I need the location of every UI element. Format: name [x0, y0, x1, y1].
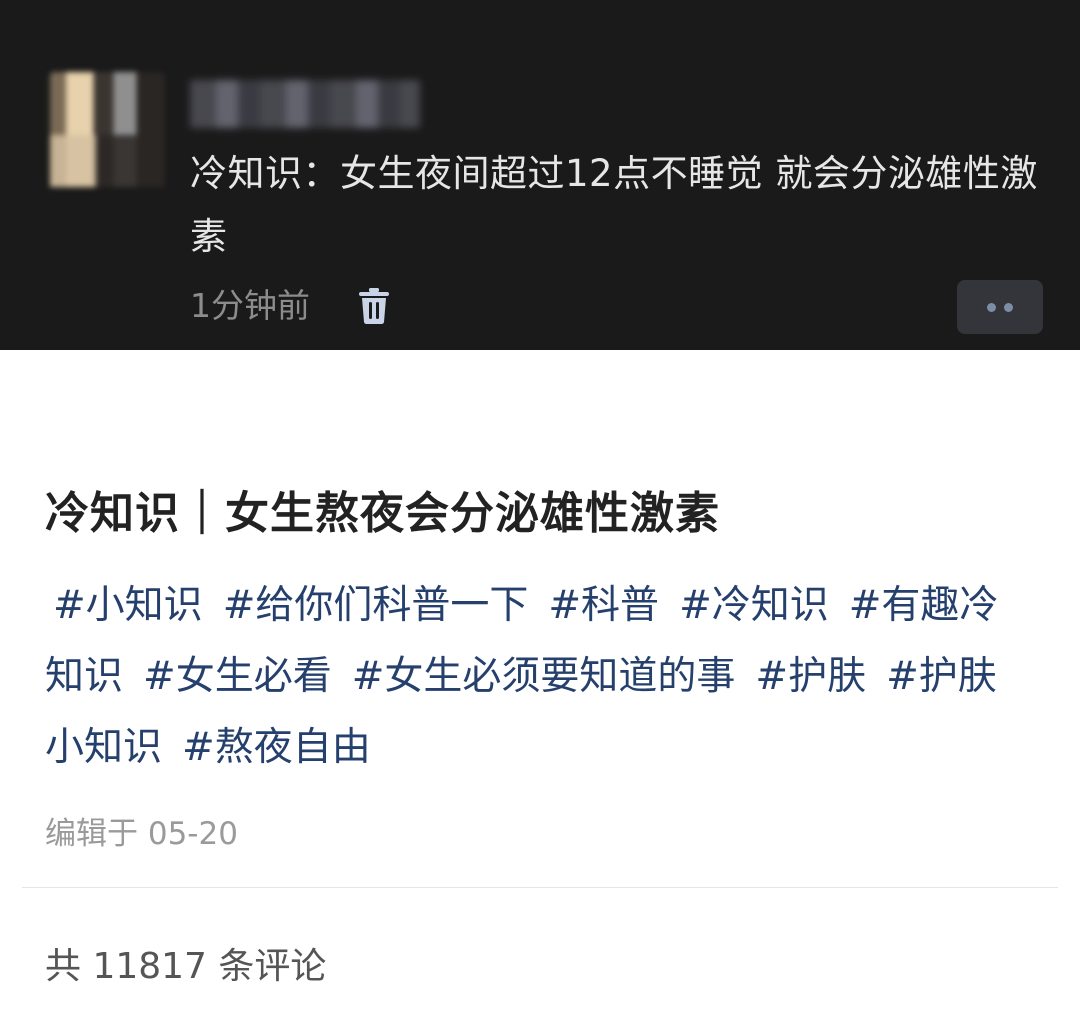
tag-link[interactable]: #女生必须要知道的事 [352, 654, 736, 699]
more-dots-icon [1004, 303, 1013, 312]
tag-link[interactable]: #女生必看 [143, 654, 332, 699]
tag-link[interactable]: #科普 [548, 583, 659, 628]
username-blurred[interactable] [190, 80, 420, 128]
tag-link[interactable]: #给你们科普一下 [223, 583, 529, 628]
divider [22, 887, 1058, 888]
comment-time: 1分钟前 [190, 286, 310, 325]
comment-text: 冷知识：女生夜间超过12点不睡觉 就会分泌雄性激素 [190, 152, 1038, 258]
tag-list: #小知识 #给你们科普一下 #科普 #冷知识 #有趣冷知识 #女生必看 #女生必须要知道的事… [45, 570, 1035, 783]
more-button[interactable] [957, 280, 1043, 334]
comment-card: 冷知识：女生夜间超过12点不睡觉 就会分泌雄性激素 1分钟前 [0, 0, 1080, 350]
tag-link[interactable]: #冷知识 [679, 583, 829, 628]
avatar[interactable] [50, 72, 165, 187]
tag-link[interactable]: #护肤 [755, 654, 866, 699]
more-dots-icon [987, 303, 996, 312]
trash-icon[interactable] [356, 286, 392, 326]
tag-link[interactable]: #熬夜自由 [182, 725, 371, 770]
tag-link[interactable]: #小知识 [53, 583, 203, 628]
post-title: 冷知识｜女生熬夜会分泌雄性激素 [45, 488, 720, 539]
comment-count: 共 11817 条评论 [45, 946, 327, 987]
edit-time: 编辑于 05-20 [45, 816, 238, 852]
